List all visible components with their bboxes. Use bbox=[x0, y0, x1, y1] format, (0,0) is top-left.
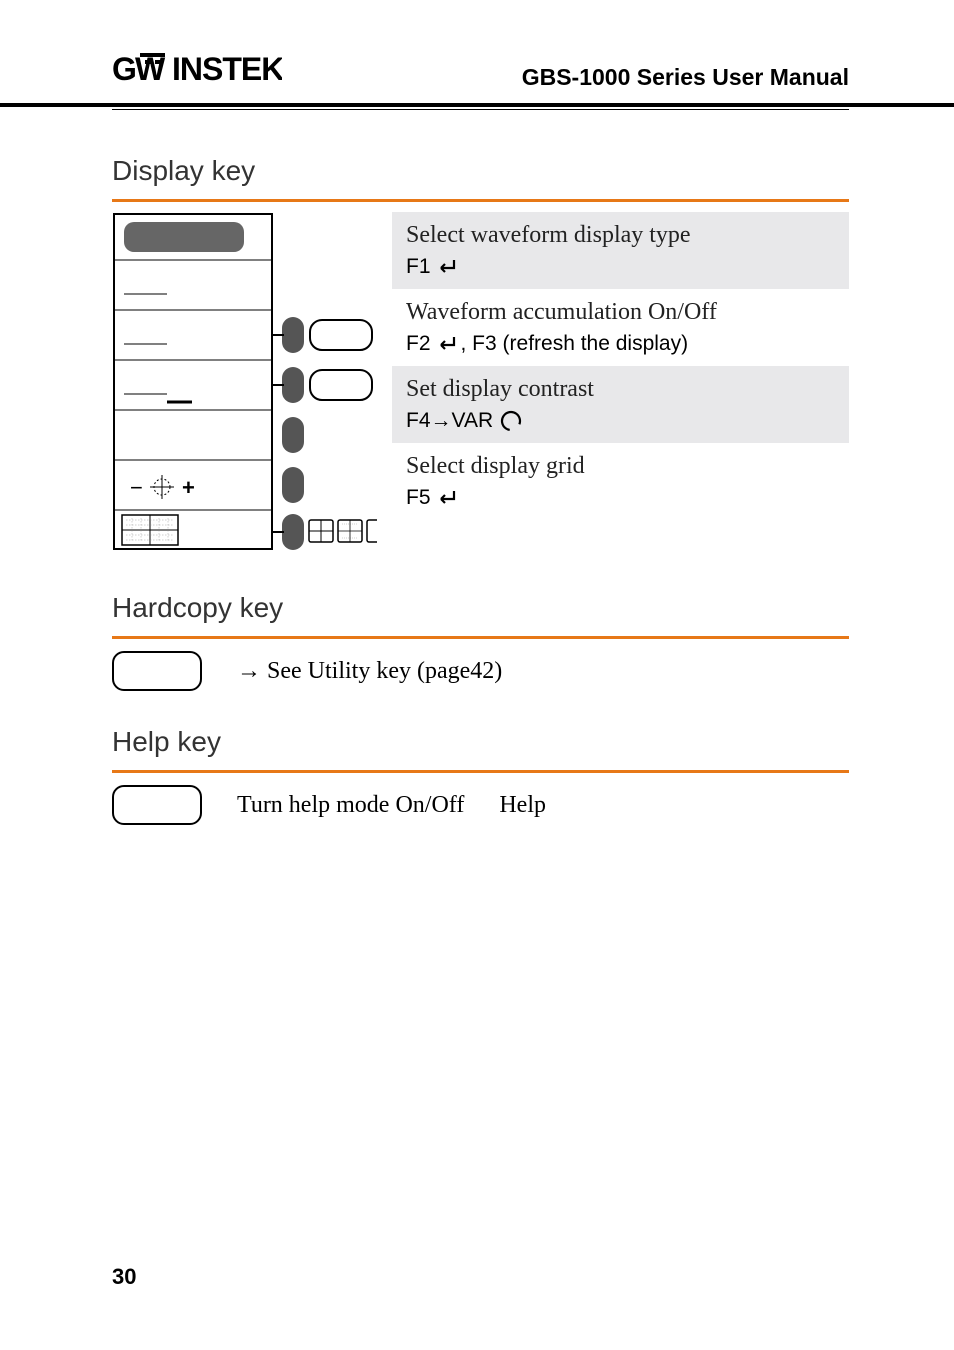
display-menu-icon: − + bbox=[112, 212, 377, 552]
section-rule bbox=[112, 770, 849, 773]
help-text-row: Turn help mode On/Off Help bbox=[237, 792, 546, 819]
key-suffix: , F3 (refresh the display) bbox=[461, 332, 689, 356]
brand-logo: G W INSTEK bbox=[112, 50, 282, 95]
logo-svg: G W INSTEK bbox=[112, 50, 282, 86]
enter-icon bbox=[434, 257, 458, 277]
info-key: F2 , F3 (refresh the display) bbox=[406, 332, 835, 356]
info-key: F4→VAR bbox=[406, 409, 835, 433]
display-key-title: Display key bbox=[112, 155, 849, 187]
main-content: Display key bbox=[0, 110, 954, 825]
display-section: − + bbox=[112, 212, 849, 557]
svg-text:−: − bbox=[130, 475, 143, 500]
info-title: Waveform accumulation On/Off bbox=[406, 299, 835, 326]
hardcopy-section: Hardcopy key → See Utility key (page42) bbox=[112, 592, 849, 691]
key-label: F1 bbox=[406, 255, 431, 279]
enter-icon bbox=[434, 488, 458, 508]
var-knob-icon bbox=[500, 410, 522, 432]
key-label: F2 bbox=[406, 332, 431, 356]
info-key: F5 bbox=[406, 486, 835, 510]
page-header: G W INSTEK GBS-1000 Series User Manual bbox=[0, 0, 954, 107]
svg-text:INSTEK: INSTEK bbox=[172, 51, 282, 86]
svg-text:+: + bbox=[182, 475, 195, 500]
info-title: Set display contrast bbox=[406, 376, 835, 403]
info-title: Select display grid bbox=[406, 453, 835, 480]
hardcopy-row: → See Utility key (page42) bbox=[112, 651, 849, 691]
hardcopy-text: → See Utility key (page42) bbox=[237, 658, 502, 685]
help-row: Turn help mode On/Off Help bbox=[112, 785, 849, 825]
key-label: F5 bbox=[406, 486, 431, 510]
info-row-f2: Waveform accumulation On/Off F2 , F3 (re… bbox=[392, 289, 849, 366]
info-row-f1: Select waveform display type F1 bbox=[392, 212, 849, 289]
display-info-column: Select waveform display type F1 Waveform… bbox=[392, 212, 849, 520]
manual-title: GBS-1000 Series User Manual bbox=[522, 64, 849, 95]
key-label: F4→VAR bbox=[406, 409, 493, 433]
info-row-f4: Set display contrast F4→VAR bbox=[392, 366, 849, 443]
help-key-title: Help key bbox=[112, 726, 849, 758]
section-rule bbox=[112, 199, 849, 202]
help-text-2: Help bbox=[499, 792, 546, 819]
svg-text:G: G bbox=[112, 51, 136, 86]
help-section: Help key Turn help mode On/Off Help bbox=[112, 726, 849, 825]
page-number: 30 bbox=[112, 1264, 136, 1290]
hardcopy-key-title: Hardcopy key bbox=[112, 592, 849, 624]
info-key: F1 bbox=[406, 255, 835, 279]
help-text-1: Turn help mode On/Off bbox=[237, 792, 464, 819]
display-key-graphic: − + bbox=[112, 212, 377, 557]
section-rule bbox=[112, 636, 849, 639]
info-row-f5: Select display grid F5 bbox=[392, 443, 849, 520]
enter-icon bbox=[434, 334, 458, 354]
info-title: Select waveform display type bbox=[406, 222, 835, 249]
hardcopy-key-icon bbox=[112, 651, 202, 691]
help-key-icon bbox=[112, 785, 202, 825]
